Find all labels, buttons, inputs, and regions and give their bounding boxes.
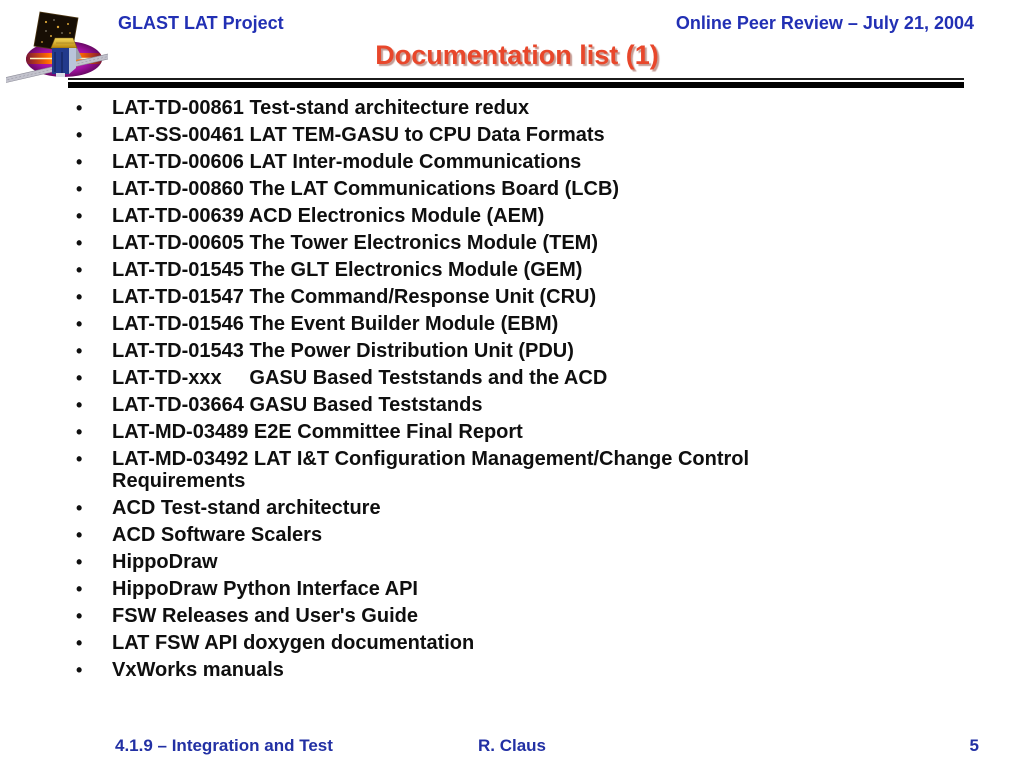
header-review-label: Online Peer Review – July 21, 2004 bbox=[675, 13, 974, 33]
list-item-text: FSW Releases and User's Guide bbox=[112, 605, 418, 627]
list-item-text: LAT-TD-00639 ACD Electronics Module (AEM… bbox=[112, 205, 545, 227]
footer: 4.1.9 – Integration and Test R. Claus 5 bbox=[0, 736, 1024, 760]
list-item-text: HippoDraw bbox=[112, 551, 218, 573]
list-item: LAT-TD-00605 The Tower Electronics Modul… bbox=[72, 232, 820, 254]
list-item: FSW Releases and User's Guide bbox=[72, 605, 820, 627]
list-item-text: LAT-TD-03664 GASU Based Teststands bbox=[112, 394, 483, 416]
list-item: LAT-MD-03492 LAT I&T Configuration Manag… bbox=[72, 448, 820, 492]
list-item-text: ACD Software Scalers bbox=[112, 524, 323, 546]
list-item: LAT-TD-00861 Test-stand architecture red… bbox=[72, 97, 820, 119]
page-title: Documentation list (1) bbox=[375, 40, 659, 70]
list-item-text: LAT-TD-01547 The Command/Response Unit (… bbox=[112, 286, 597, 308]
list-item-text: LAT-MD-03489 E2E Committee Final Report bbox=[112, 421, 523, 443]
list-item-text: ACD Test-stand architecture bbox=[112, 497, 381, 519]
list-item: LAT-TD-03664 GASU Based Teststands bbox=[72, 394, 820, 416]
list-item-text: VxWorks manuals bbox=[112, 659, 284, 681]
list-item: LAT-MD-03489 E2E Committee Final Report bbox=[72, 421, 820, 443]
list-item: LAT-TD-01546 The Event Builder Module (E… bbox=[72, 313, 820, 335]
title-area: Documentation list (1) bbox=[68, 40, 966, 71]
footer-author-label: R. Claus bbox=[477, 736, 547, 755]
list-item-text: LAT-TD-01546 The Event Builder Module (E… bbox=[112, 313, 559, 335]
list-item-text: HippoDraw Python Interface API bbox=[112, 578, 418, 600]
list-item-text: LAT-TD-00860 The LAT Communications Boar… bbox=[112, 178, 620, 200]
list-item: LAT FSW API doxygen documentation bbox=[72, 632, 820, 654]
list-item-text: LAT-TD-01543 The Power Distribution Unit… bbox=[112, 340, 574, 362]
list-item: ACD Software Scalers bbox=[72, 524, 820, 546]
divider-thick-line bbox=[68, 82, 964, 88]
list-item: LAT-TD-00860 The LAT Communications Boar… bbox=[72, 178, 820, 200]
list-item: LAT-TD-01547 The Command/Response Unit (… bbox=[72, 286, 820, 308]
list-item-text: LAT FSW API doxygen documentation bbox=[112, 632, 475, 654]
list-item: LAT-TD-xxx GASU Based Teststands and the… bbox=[72, 367, 820, 389]
list-item: LAT-TD-01543 The Power Distribution Unit… bbox=[72, 340, 820, 362]
list-item-text: LAT-MD-03492 LAT I&T Configuration Manag… bbox=[112, 448, 755, 492]
list-item: LAT-SS-00461 LAT TEM-GASU to CPU Data Fo… bbox=[72, 124, 820, 146]
list-item: LAT-TD-00639 ACD Electronics Module (AEM… bbox=[72, 205, 820, 227]
list-item-text: LAT-TD-00606 LAT Inter-module Communicat… bbox=[112, 151, 582, 173]
list-item: LAT-TD-01545 The GLT Electronics Module … bbox=[72, 259, 820, 281]
title-divider bbox=[68, 78, 964, 88]
list-item: HippoDraw Python Interface API bbox=[72, 578, 820, 600]
list-item: VxWorks manuals bbox=[72, 659, 820, 681]
list-item-text: LAT-TD-xxx GASU Based Teststands and the… bbox=[112, 367, 608, 389]
slide: GLAST LAT Project Online Peer Review – J… bbox=[0, 0, 1024, 768]
footer-page-number: 5 bbox=[969, 736, 979, 755]
documentation-list: LAT-TD-00861 Test-stand architecture red… bbox=[72, 97, 820, 686]
list-item-text: LAT-SS-00461 LAT TEM-GASU to CPU Data Fo… bbox=[112, 124, 605, 146]
list-item: HippoDraw bbox=[72, 551, 820, 573]
list-item: ACD Test-stand architecture bbox=[72, 497, 820, 519]
list-item-text: LAT-TD-01545 The GLT Electronics Module … bbox=[112, 259, 583, 281]
list-item: LAT-TD-00606 LAT Inter-module Communicat… bbox=[72, 151, 820, 173]
list-item-text: LAT-TD-00605 The Tower Electronics Modul… bbox=[112, 232, 598, 254]
header-project-label: GLAST LAT Project bbox=[118, 13, 284, 33]
list-item-text: LAT-TD-00861 Test-stand architecture red… bbox=[112, 97, 530, 119]
